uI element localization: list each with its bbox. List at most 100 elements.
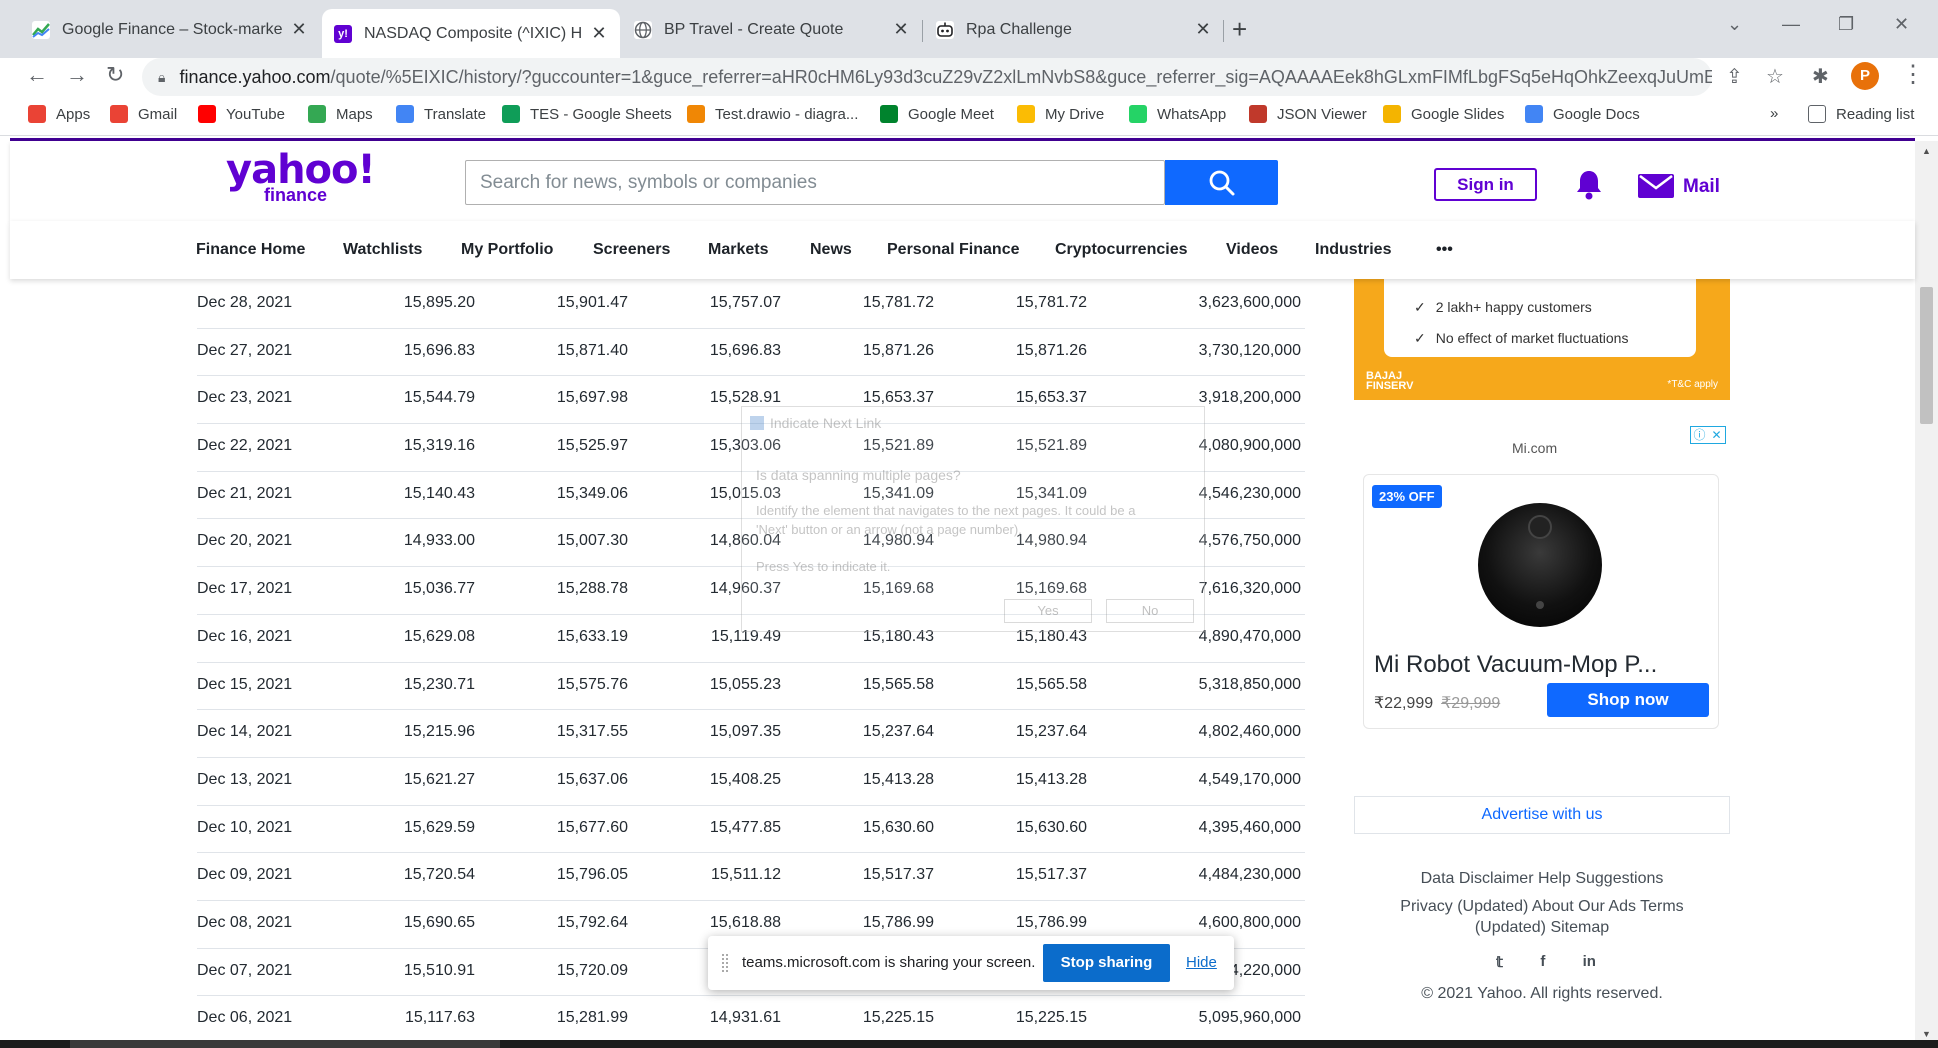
nav-item[interactable]: Screeners [593, 241, 670, 259]
bookmark-youtube[interactable]: YouTube [198, 105, 285, 123]
nav-item[interactable]: News [810, 241, 852, 259]
value-cell: 14,931.61 [709, 1009, 781, 1027]
tab-bp-travel[interactable]: BP Travel - Create Quote ✕ [622, 9, 922, 50]
footer-line[interactable]: Data Disclaimer Help Suggestions [1354, 868, 1730, 889]
restore-icon[interactable]: ❐ [1838, 14, 1854, 35]
nav-item[interactable]: Personal Finance [887, 241, 1020, 259]
reading-list-button[interactable]: Reading list [1808, 105, 1914, 123]
tab-rpa-challenge[interactable]: Rpa Challenge ✕ [924, 9, 1224, 50]
search-button[interactable] [1165, 160, 1278, 205]
bookmark-my-drive[interactable]: My Drive [1017, 105, 1104, 123]
bookmark-gmail[interactable]: Gmail [110, 105, 177, 123]
yahoo-finance-logo[interactable]: yahoo! finance [226, 150, 376, 204]
sign-in-button[interactable]: Sign in [1434, 168, 1537, 201]
shop-now-button[interactable]: Shop now [1547, 683, 1709, 717]
nav-item[interactable]: Industries [1315, 241, 1391, 259]
profile-avatar[interactable]: P [1851, 62, 1879, 90]
yes-button[interactable]: Yes [1004, 599, 1092, 623]
value-cell: 15,871.26 [862, 341, 934, 359]
nav-item[interactable]: Watchlists [343, 241, 422, 259]
bell-icon[interactable] [1574, 168, 1604, 205]
share-icon[interactable]: ⇪ [1726, 64, 1743, 89]
footer-links: Data Disclaimer Help Suggestions Privacy… [1354, 868, 1730, 938]
more-bookmarks-icon[interactable]: » [1770, 105, 1778, 122]
bajaj-ad[interactable]: ✓ 2 lakh+ happy customers ✓ No effect of m… [1354, 279, 1730, 400]
value-cell: 15,757.07 [709, 294, 781, 311]
address-bar[interactable]: 🔒︎ finance.yahoo.com/quote/%5EIXIC/histo… [142, 58, 1712, 96]
new-tab-plus-icon[interactable]: + [1232, 16, 1247, 42]
bookmark-star-icon[interactable]: ☆ [1766, 64, 1784, 89]
more-menu-icon[interactable]: ••• [1436, 241, 1453, 259]
yahoo-icon: y! [334, 24, 352, 43]
vertical-scrollbar[interactable]: ▲ ▼ [1915, 141, 1938, 1048]
bookmark-google-slides[interactable]: Google Slides [1383, 105, 1504, 123]
value-cell: 15,565.58 [1015, 675, 1087, 693]
scroll-down-arrow-icon[interactable]: ▼ [1922, 1029, 1931, 1039]
mail-link[interactable]: Mail [1683, 176, 1720, 198]
facebook-icon[interactable]: f [1540, 953, 1545, 971]
table-row: Dec 15, 2021 15,230.71 15,575.76 15,055.23 1… [197, 663, 1305, 711]
bookmark-apps[interactable]: Apps [28, 105, 90, 123]
bookmark-label: YouTube [226, 105, 285, 123]
screen-share-bar: teams.microsoft.com is sharing your scre… [708, 936, 1234, 990]
footer-line[interactable]: (Updated) Sitemap [1354, 917, 1730, 938]
bookmark-maps[interactable]: Maps [308, 105, 373, 123]
minimize-icon[interactable]: — [1782, 14, 1800, 35]
tab-nasdaq-history[interactable]: y! NASDAQ Composite (^IXIC) Histo ✕ [322, 9, 620, 58]
browser-menu-icon[interactable]: ⋮ [1901, 60, 1925, 89]
tab-title: Google Finance – Stock-market p [62, 20, 282, 38]
ad-source: Mi.com [1512, 440, 1558, 456]
close-window-icon[interactable]: ✕ [1894, 14, 1909, 35]
no-button[interactable]: No [1106, 599, 1194, 623]
forward-arrow-icon[interactable]: → [66, 62, 88, 88]
value-cell: 15,633.19 [556, 627, 628, 645]
close-tab-icon[interactable]: ✕ [892, 19, 910, 40]
hide-link[interactable]: Hide [1186, 954, 1217, 971]
close-tab-icon[interactable]: ✕ [290, 19, 308, 40]
bookmark-translate[interactable]: Translate [396, 105, 486, 123]
bookmark-label: TES - Google Sheets [530, 105, 672, 123]
scroll-up-arrow-icon[interactable]: ▲ [1922, 146, 1931, 156]
twitter-icon[interactable]: 𝕥 [1496, 953, 1503, 971]
url-text: finance.yahoo.com/quote/%5EIXIC/history/… [179, 66, 1712, 87]
value-cell: 15,117.63 [405, 1009, 475, 1027]
linkedin-icon[interactable]: in [1583, 953, 1596, 971]
nav-item[interactable]: My Portfolio [461, 241, 553, 259]
back-arrow-icon[interactable]: ← [26, 62, 48, 88]
stop-sharing-button[interactable]: Stop sharing [1043, 944, 1170, 982]
google-finance-icon [32, 20, 50, 39]
close-tab-icon[interactable]: ✕ [1194, 19, 1212, 40]
product-ad-card[interactable]: 23% OFF Mi Robot Vacuum-Mop P... ₹22,999… [1363, 474, 1719, 729]
date-cell: Dec 22, 2021 [197, 437, 293, 455]
advertise-link[interactable]: Advertise with us [1354, 796, 1730, 834]
value-cell: 15,720.09 [556, 961, 628, 979]
footer-line[interactable]: Privacy (Updated) About Our Ads Terms [1354, 896, 1730, 917]
nav-item[interactable]: Cryptocurrencies [1055, 241, 1188, 259]
mail-icon[interactable] [1638, 174, 1674, 203]
bookmark-google-docs[interactable]: Google Docs [1525, 105, 1640, 123]
drive-icon [1017, 105, 1035, 123]
bookmark-test-drawio-diagra[interactable]: Test.drawio - diagra... [687, 105, 858, 123]
tab-search-chevron-icon[interactable]: ⌄ [1727, 14, 1742, 35]
search-input[interactable]: Search for news, symbols or companies [465, 160, 1165, 205]
reading-list-icon [1808, 105, 1826, 123]
close-tab-icon[interactable]: ✕ [590, 23, 608, 44]
bookmark-tes-google-sheets[interactable]: TES - Google Sheets [502, 105, 672, 123]
nav-item[interactable]: Finance Home [196, 241, 305, 259]
bookmark-label: Gmail [138, 105, 178, 123]
bookmark-json-viewer[interactable]: JSON Viewer [1249, 105, 1367, 123]
bookmark-google-meet[interactable]: Google Meet [880, 105, 994, 123]
value-cell: 15,140.43 [403, 484, 475, 502]
adchoices-icon[interactable]: ⓘ ✕ [1690, 426, 1726, 444]
nav-item[interactable]: Videos [1226, 241, 1278, 259]
value-cell: 15,677.60 [556, 818, 628, 836]
drag-handle[interactable] [722, 954, 728, 972]
tab-google-finance[interactable]: Google Finance – Stock-market p ✕ [20, 9, 320, 50]
sheets-icon [502, 105, 520, 123]
scroll-thumb[interactable] [1920, 287, 1933, 424]
reload-icon[interactable]: ↻ [106, 62, 124, 88]
nav-item[interactable]: Markets [708, 241, 768, 259]
extensions-puzzle-icon[interactable]: ✱ [1812, 64, 1829, 89]
bookmark-whatsapp[interactable]: WhatsApp [1129, 105, 1226, 123]
value-cell: 15,630.60 [862, 818, 934, 836]
